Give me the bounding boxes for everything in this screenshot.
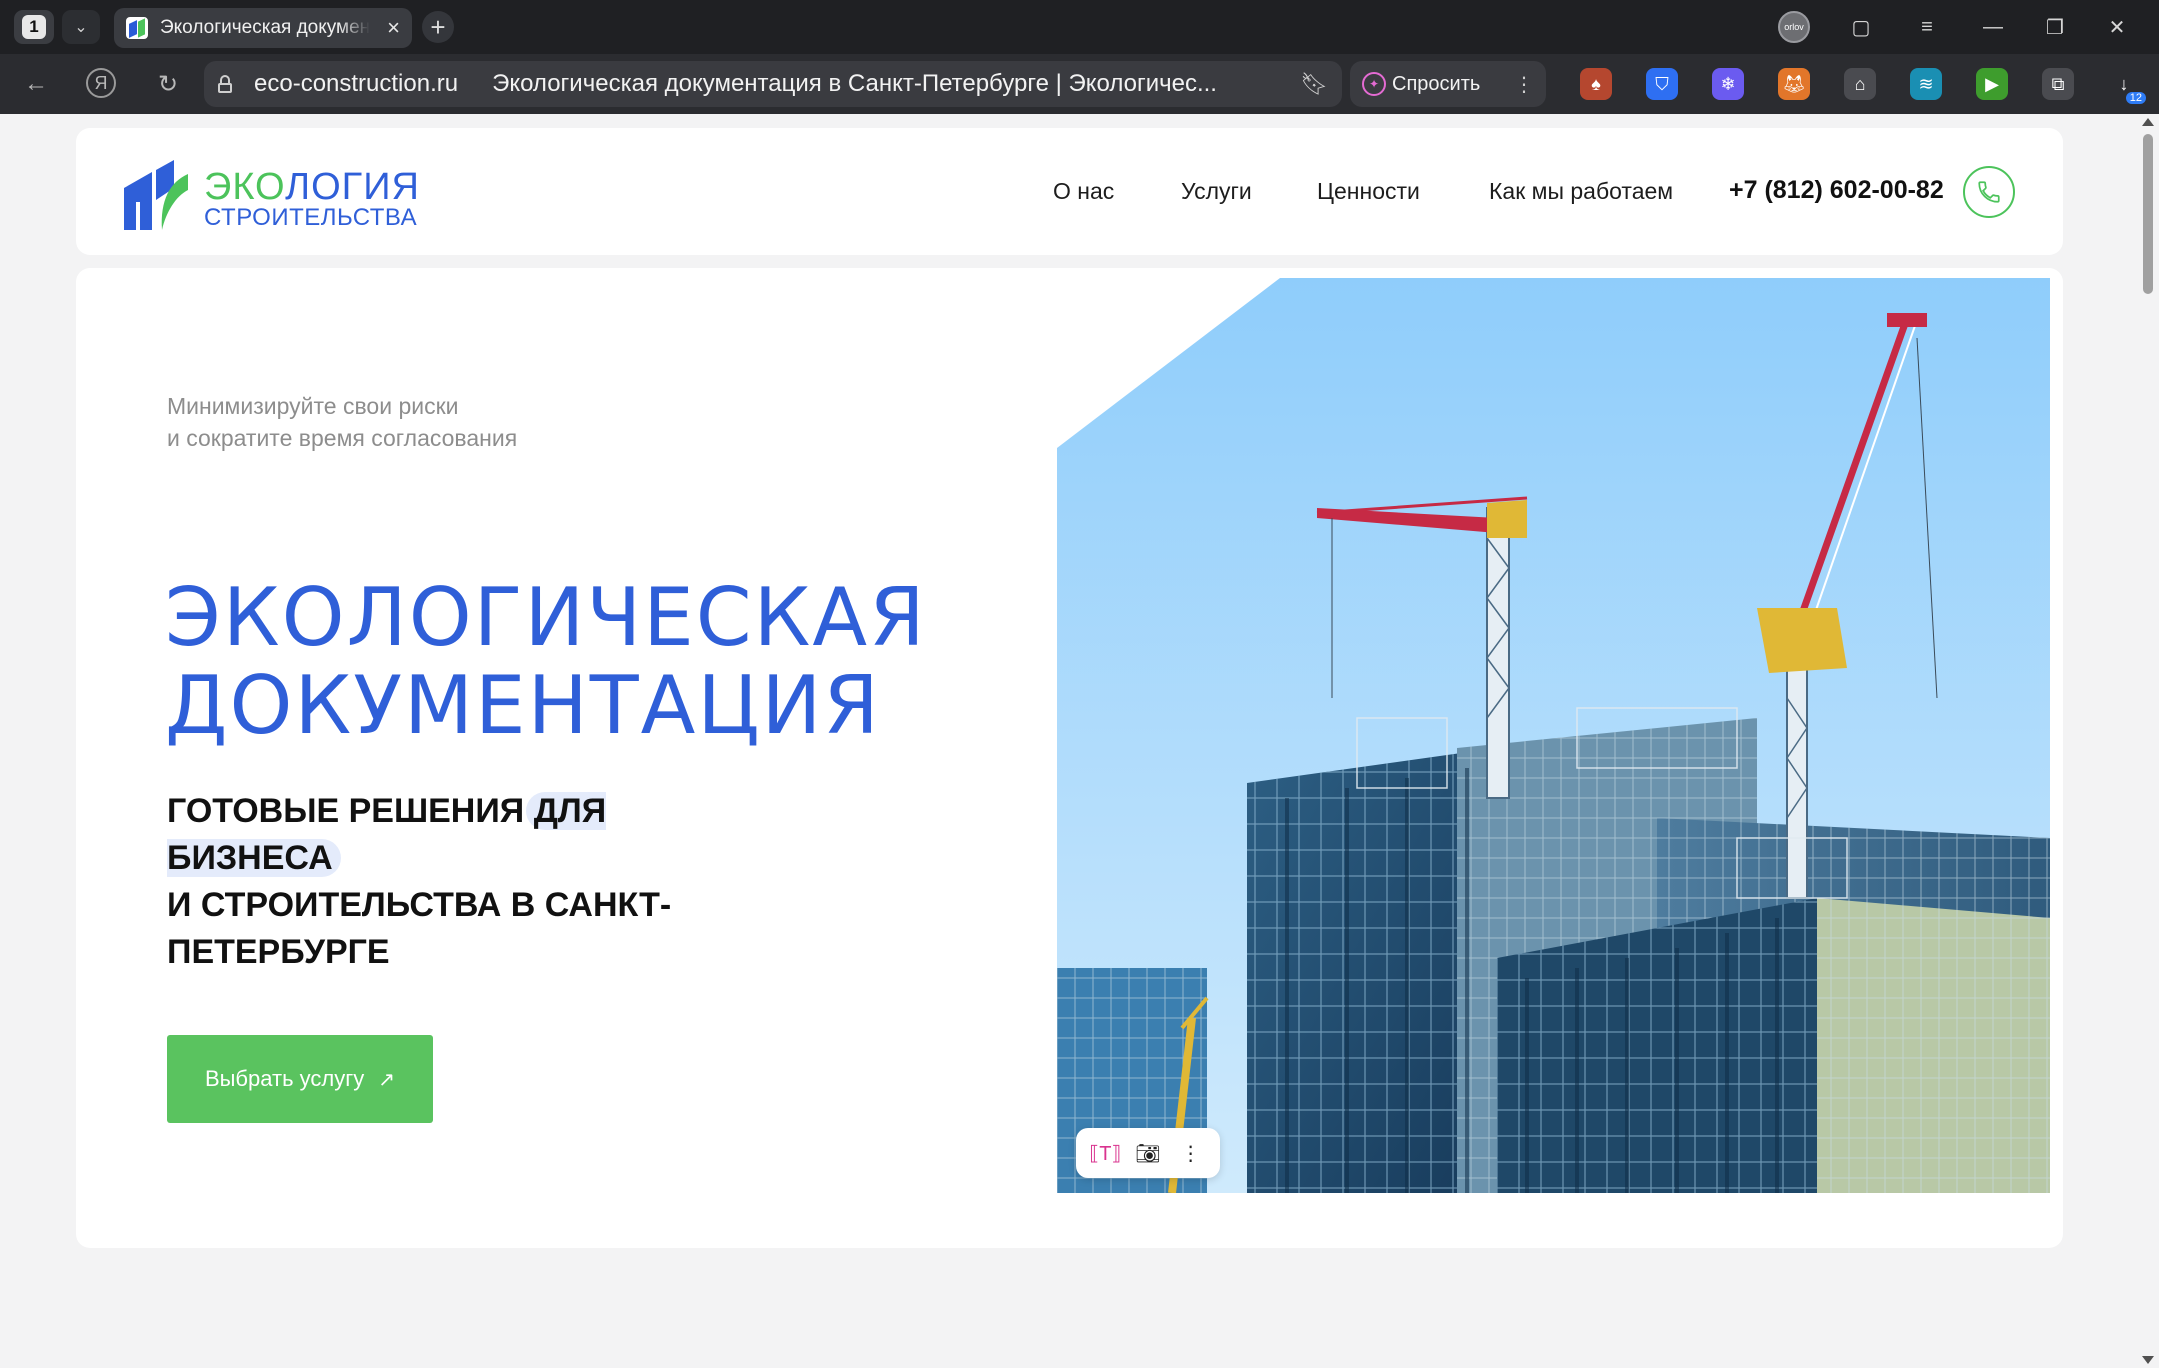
phone-icon [1978, 181, 2000, 203]
ask-ai-button[interactable]: ✦ Спросить ⋮ [1350, 61, 1546, 107]
scroll-down-arrow-icon[interactable] [2142, 1356, 2154, 1364]
tab-count: 1 [22, 15, 46, 39]
extension-bag-icon[interactable]: ⌂ [1844, 68, 1876, 100]
hero-section: Минимизируйте свои риски и сократите вре… [76, 268, 2063, 1248]
hero-lead-part2: и строительства в Санкт-Петербурге [167, 886, 672, 971]
extension-fox-icon[interactable]: 🦊︎ [1778, 68, 1810, 100]
construction-illustration [1057, 278, 2050, 1193]
new-tab-plus-icon[interactable]: + [422, 11, 454, 43]
browser-tab[interactable]: Экологическая документация в Санкт-Петер… [114, 8, 412, 48]
reload-icon[interactable]: ↻ [152, 68, 184, 100]
extension-shield-icon[interactable]: ⛉ [1646, 68, 1678, 100]
collections-icon[interactable]: ▢ [1846, 12, 1876, 42]
tab-counter-button[interactable]: 1 [14, 10, 54, 44]
chevron-down-icon[interactable]: ⌄ [62, 10, 100, 44]
hero-title-line2: ДОКУМЕНТАЦИЯ [165, 659, 881, 752]
downloads-badge: 12 [2125, 92, 2146, 104]
url-page-title: Экологическая документация в Санкт-Петер… [492, 70, 1217, 97]
back-arrow-icon[interactable]: ← [20, 68, 52, 100]
close-icon[interactable]: × [387, 15, 400, 41]
extension-play-icon[interactable]: ▶ [1976, 68, 2008, 100]
choose-service-button[interactable]: Выбрать услугу ↗ [167, 1035, 433, 1123]
phone-number-link[interactable]: +7 (812) 602-00-82 [1729, 176, 1944, 205]
ask-label: Спросить [1392, 72, 1481, 95]
ai-spark-icon: ✦ [1362, 72, 1386, 96]
url-domain: eco-construction.ru [254, 70, 459, 97]
tab-title: Экологическая документация в Санкт-Петер… [160, 17, 370, 38]
site-logo[interactable]: ЭКОЛОГИЯ СТРОИТЕЛЬСТВА [122, 160, 462, 231]
hero-title-line1: ЭКОЛОГИЧЕСКАЯ [165, 571, 927, 664]
phone-call-button[interactable] [1963, 166, 2015, 218]
lock-icon[interactable] [218, 75, 232, 93]
scrollbar-thumb[interactable] [2143, 134, 2153, 294]
hero-subtitle-line2: и сократите время согласования [167, 425, 518, 451]
hero-lead: Готовые решения для бизнеса и строительс… [167, 788, 767, 976]
page-scrollbar[interactable] [2137, 114, 2159, 1368]
logo-tagline: СТРОИТЕЛЬСТВА [204, 204, 418, 231]
restore-icon[interactable]: ❐ [2040, 12, 2070, 42]
page-viewport: ЭКОЛОГИЯ СТРОИТЕЛЬСТВА О нас Услуги Ценн… [0, 114, 2137, 1368]
hero-title: ЭКОЛОГИЧЕСКАЯ ДОКУМЕНТАЦИЯ [165, 574, 1065, 750]
hero-subtitle-line1: Минимизируйте свои риски [167, 393, 459, 419]
hero-subtitle: Минимизируйте свои риски и сократите вре… [167, 390, 667, 454]
logo-wordmark: ЭКОЛОГИЯ [204, 166, 420, 209]
menu-icon[interactable]: ≡ [1912, 12, 1942, 42]
nav-link-how-we-work[interactable]: Как мы работаем [1489, 178, 1673, 205]
more-vertical-icon[interactable]: ⋮ [1514, 72, 1534, 97]
hero-construction-image [1057, 278, 2050, 1193]
window-close-icon[interactable]: ✕ [2102, 12, 2132, 42]
camera-search-icon[interactable]: 📷︎ [1132, 1137, 1164, 1169]
browser-tab-bar: 1 ⌄ Экологическая документация в Санкт-П… [0, 0, 2159, 54]
minimize-icon[interactable]: — [1978, 12, 2008, 42]
arrow-up-right-icon: ↗ [378, 1068, 396, 1091]
scroll-up-arrow-icon[interactable] [2142, 118, 2154, 126]
url-field[interactable]: eco-construction.ru Экологическая докуме… [204, 61, 1342, 107]
more-vertical-icon[interactable]: ⋮ [1175, 1137, 1207, 1169]
extension-mushroom-icon[interactable]: ♠ [1580, 68, 1612, 100]
nav-link-values[interactable]: Ценности [1317, 178, 1420, 205]
image-tools-toolbar: ⟦T⟧ 📷︎ ⋮ [1076, 1128, 1220, 1178]
logo-wordmark-green: ЭКО [204, 166, 286, 208]
nav-link-about[interactable]: О нас [1053, 178, 1114, 205]
extension-layers-icon[interactable]: ≋ [1910, 68, 1942, 100]
extension-snowflake-icon[interactable]: ❄ [1712, 68, 1744, 100]
hero-lead-part1: Готовые решения [167, 792, 534, 830]
extension-puzzle-icon[interactable]: ⧉ [2042, 68, 2074, 100]
logo-wordmark-blue: ЛОГИЯ [285, 166, 420, 208]
address-bar-row: ← Я ↻ eco-construction.ru Экологическая … [0, 54, 2159, 114]
yandex-icon[interactable]: Я [86, 68, 116, 98]
downloads-icon[interactable]: ↓ 12 [2108, 68, 2146, 104]
logo-mark-icon [124, 160, 188, 230]
choose-service-label: Выбрать услугу [204, 1066, 365, 1091]
profile-avatar[interactable]: orlov [1778, 11, 1810, 43]
site-favicon-icon [126, 17, 148, 39]
text-recognition-icon[interactable]: ⟦T⟧ [1089, 1137, 1121, 1169]
bookmark-icon[interactable]: 🔖︎ [1300, 71, 1328, 97]
site-header: ЭКОЛОГИЯ СТРОИТЕЛЬСТВА О нас Услуги Ценн… [76, 128, 2063, 255]
nav-link-services[interactable]: Услуги [1181, 178, 1252, 205]
